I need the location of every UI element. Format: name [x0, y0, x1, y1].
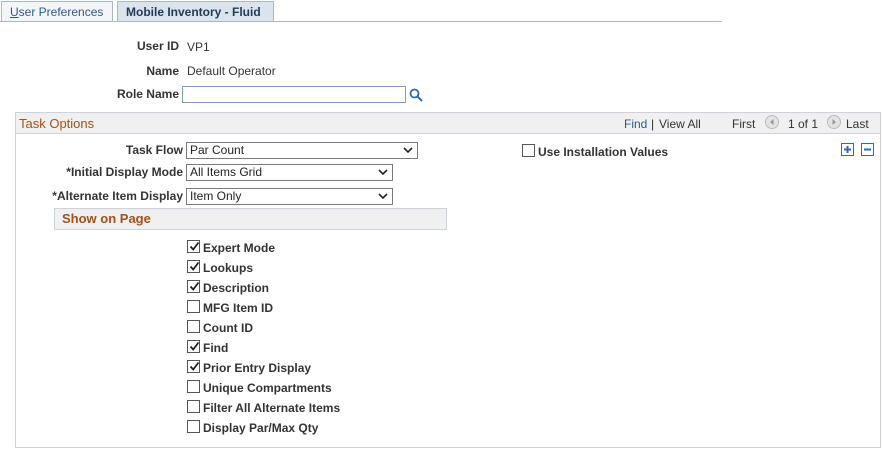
use-installation-values-checkbox[interactable]	[522, 144, 535, 157]
show-on-page-title: Show on Page	[62, 211, 151, 226]
option-checkbox[interactable]	[187, 320, 200, 333]
view-all-link[interactable]: View All	[659, 117, 701, 131]
add-row-icon[interactable]	[841, 143, 854, 156]
chevron-down-icon	[378, 193, 388, 200]
option-checkbox[interactable]	[187, 400, 200, 413]
option-checkbox[interactable]	[187, 280, 200, 293]
user-id-value: VP1	[187, 40, 210, 54]
find-link[interactable]: Find	[624, 117, 647, 131]
tab-divider	[0, 21, 722, 22]
option-label: Count ID	[203, 321, 253, 335]
chevron-down-icon	[403, 147, 413, 154]
tab-user-preferences-underlined-letter: U	[10, 5, 19, 19]
chevron-down-icon	[378, 169, 388, 176]
search-icon[interactable]	[408, 87, 424, 103]
option-checkbox[interactable]	[187, 340, 200, 353]
option-checkbox[interactable]	[187, 300, 200, 313]
option-label: Prior Entry Display	[203, 361, 312, 375]
task-options-section	[15, 112, 881, 448]
first-label: First	[732, 117, 756, 131]
checkmark-icon	[189, 361, 200, 371]
nav-separator: |	[651, 117, 655, 131]
option-label: Find	[203, 341, 229, 355]
tab-mobile-inventory-label: Mobile Inventory - Fluid	[126, 5, 261, 19]
row-count: 1 of 1	[788, 117, 819, 131]
name-value: Default Operator	[187, 64, 276, 78]
initial-display-mode-value: All Items Grid	[190, 165, 263, 179]
option-checkbox[interactable]	[187, 240, 200, 253]
option-label: MFG Item ID	[203, 301, 274, 315]
option-checkbox[interactable]	[187, 260, 200, 273]
alternate-item-display-select[interactable]: Item Only	[186, 188, 393, 205]
tab-user-preferences[interactable]: User Preferences	[1, 1, 113, 21]
option-checkbox[interactable]	[187, 360, 200, 373]
option-checkbox[interactable]	[187, 420, 200, 433]
use-installation-values-label: Use Installation Values	[538, 145, 669, 159]
role-name-input[interactable]	[182, 86, 406, 103]
option-label: Unique Compartments	[203, 381, 332, 395]
task-flow-label: Task Flow	[125, 143, 183, 157]
role-name-label: Role Name	[116, 87, 179, 101]
checkmark-icon	[189, 341, 200, 351]
initial-display-mode-select[interactable]: All Items Grid	[186, 164, 393, 181]
tab-mobile-inventory-fluid[interactable]: Mobile Inventory - Fluid	[117, 1, 274, 21]
alternate-item-display-label: *Alternate Item Display	[52, 189, 183, 203]
task-flow-select[interactable]: Par Count	[186, 142, 418, 159]
user-id-label: User ID	[136, 39, 179, 53]
task-flow-value: Par Count	[190, 143, 245, 157]
option-label: Display Par/Max Qty	[203, 421, 319, 435]
previous-arrow-icon[interactable]	[765, 115, 779, 129]
initial-display-mode-label: *Initial Display Mode	[66, 165, 183, 179]
last-label: Last	[846, 117, 869, 131]
tab-user-preferences-label: ser Preferences	[18, 5, 104, 19]
checkmark-icon	[189, 281, 200, 291]
option-label: Filter All Alternate Items	[203, 401, 341, 415]
option-checkbox[interactable]	[187, 380, 200, 393]
alternate-item-display-value: Item Only	[190, 189, 242, 203]
checkmark-icon	[189, 261, 200, 271]
option-label: Expert Mode	[203, 241, 276, 255]
option-label: Lookups	[203, 261, 253, 275]
name-label: Name	[146, 64, 179, 78]
delete-row-icon[interactable]	[861, 143, 874, 156]
task-options-title: Task Options	[19, 116, 95, 131]
option-label: Description	[203, 281, 270, 295]
next-arrow-icon[interactable]	[827, 115, 841, 129]
checkmark-icon	[189, 241, 200, 251]
